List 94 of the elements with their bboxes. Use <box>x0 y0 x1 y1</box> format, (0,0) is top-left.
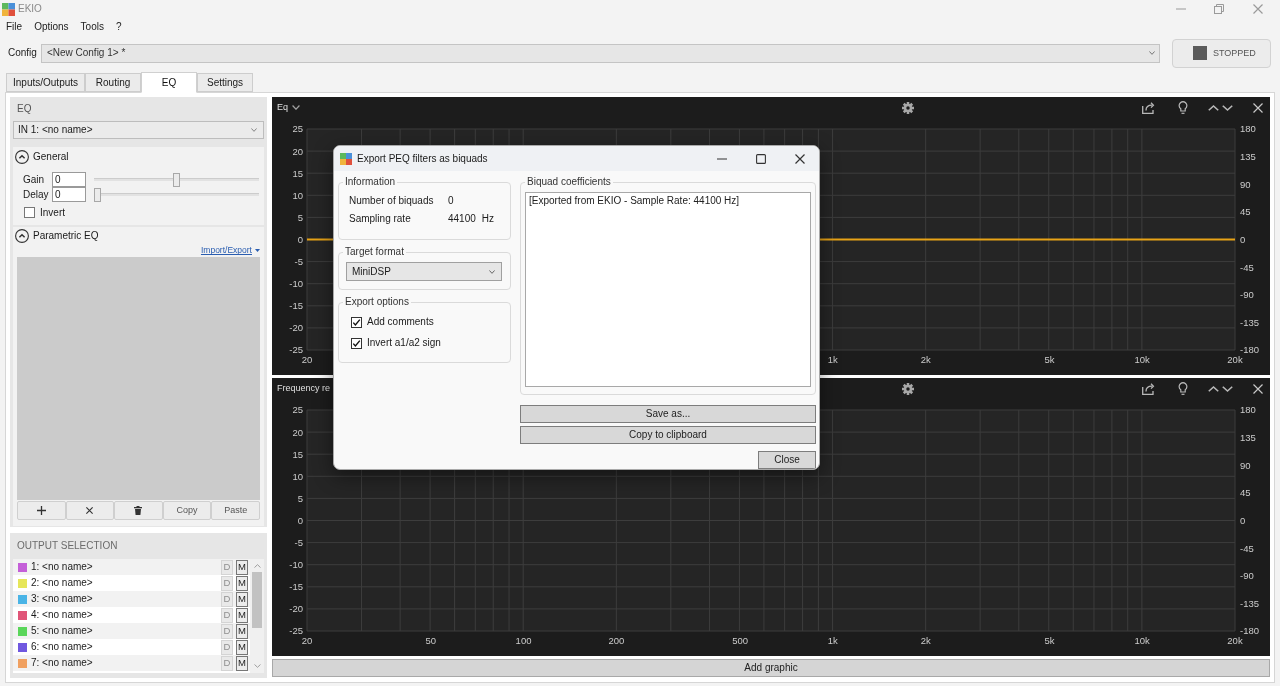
axis-tick-label: -180 <box>1240 344 1259 356</box>
app-logo-icon <box>2 2 15 16</box>
maximize-icon[interactable] <box>755 153 766 164</box>
action-button[interactable]: Copy <box>162 501 212 520</box>
close-icon[interactable] <box>794 153 805 164</box>
output-toggle-button[interactable]: M <box>236 639 248 655</box>
axis-tick-label: 45 <box>1240 206 1251 218</box>
group-title: Biquad coefficients <box>526 176 612 188</box>
tab[interactable]: Settings <box>197 73 254 92</box>
section-title: Parametric EQ <box>33 230 99 242</box>
stop-icon <box>1193 46 1207 60</box>
chevron-down-icon <box>292 105 300 110</box>
axis-tick-label: 20 <box>292 145 303 157</box>
graph-menu-button[interactable]: Eq <box>277 102 300 113</box>
menu-item[interactable]: ? <box>115 21 122 33</box>
tab[interactable]: EQ <box>141 72 198 93</box>
chevron-up-icon <box>253 564 261 568</box>
output-label: 1: <no name> <box>31 561 94 573</box>
channel-dropdown[interactable]: IN 1: <no name> <box>13 121 264 139</box>
window-title: EKIO <box>18 3 42 15</box>
axis-tick-label: 180 <box>1240 404 1256 416</box>
output-toggle-button[interactable]: M <box>236 655 248 671</box>
restore-icon[interactable] <box>1214 4 1224 14</box>
axis-tick-label: -45 <box>1240 542 1254 554</box>
panel-title: OUTPUT SELECTION <box>17 540 118 552</box>
circle-chevron-up-icon[interactable] <box>15 150 29 164</box>
axis-tick-label: 135 <box>1240 151 1256 162</box>
checkbox-label: Invert <box>40 206 65 219</box>
output-toggle-button[interactable]: M <box>236 591 248 607</box>
stopped-button[interactable]: STOPPED <box>1172 38 1271 68</box>
menu-item[interactable]: Tools <box>80 21 104 33</box>
axis-tick-label: 15 <box>292 167 303 179</box>
checkbox[interactable] <box>24 207 35 218</box>
plus-icon <box>36 506 46 515</box>
axis-tick-label: 90 <box>1240 459 1251 471</box>
axis-tick-label: -45 <box>1240 261 1254 273</box>
output-toggle-button[interactable]: M <box>236 575 248 591</box>
info-value: 0 <box>448 195 454 207</box>
share-icon[interactable] <box>1142 101 1155 114</box>
axis-tick-label: -180 <box>1240 625 1259 637</box>
cross-icon <box>86 507 94 514</box>
field-label: Gain <box>23 173 46 186</box>
output-label: 2: <no name> <box>31 577 94 589</box>
trash-icon <box>134 506 143 515</box>
gear-icon[interactable] <box>902 101 914 114</box>
axis-tick-label: 135 <box>1240 432 1256 443</box>
chevron-down-icon[interactable] <box>1222 104 1233 111</box>
lightbulb-icon[interactable] <box>1178 101 1188 114</box>
output-toggle-button[interactable]: M <box>236 559 248 575</box>
menu-item[interactable]: File <box>6 21 23 33</box>
chevron-down-icon <box>253 664 261 668</box>
app-logo-icon <box>340 152 352 165</box>
output-label: 4: <no name> <box>31 609 94 621</box>
section-title: General <box>33 151 69 163</box>
add-graphic-button[interactable]: Add graphic <box>272 659 1270 677</box>
info-label: Number of biquads <box>349 195 435 207</box>
output-label: 6: <no name> <box>31 641 94 653</box>
output-label: 5: <no name> <box>31 625 94 637</box>
output-label: 3: <no name> <box>31 593 94 605</box>
field-label: Delay <box>23 188 50 201</box>
chevron-down-icon <box>251 128 257 132</box>
panel-title: EQ <box>17 103 32 115</box>
import-export-link[interactable]: Import/Export <box>200 245 260 256</box>
circle-chevron-up-icon[interactable] <box>15 229 29 243</box>
minimize-icon[interactable] <box>716 157 727 160</box>
config-dropdown[interactable]: <New Config 1> * <box>40 43 1160 63</box>
chevron-down-icon <box>1149 51 1155 55</box>
config-label: Config <box>8 47 37 59</box>
slider-thumb[interactable] <box>173 172 180 187</box>
dialog-title: Export PEQ filters as biquads <box>357 152 488 165</box>
axis-tick-label: 90 <box>1240 178 1251 190</box>
output-toggle-button[interactable]: M <box>236 623 248 639</box>
gain-input[interactable]: 0 <box>52 172 86 187</box>
group-title: Information <box>344 176 397 188</box>
tab[interactable]: Inputs/Outputs <box>6 73 86 92</box>
menu-item[interactable]: Options <box>34 21 69 33</box>
tab[interactable]: Routing <box>85 73 142 92</box>
axis-tick-label: 45 <box>1240 487 1251 499</box>
axis-tick-label: -90 <box>1240 289 1254 301</box>
axis-tick-label: -90 <box>1240 570 1254 582</box>
output-toggle-button[interactable]: M <box>236 607 248 623</box>
action-button[interactable]: Paste <box>211 501 260 520</box>
delete-button[interactable] <box>114 501 163 520</box>
delay-input[interactable]: 0 <box>52 187 86 202</box>
chevron-up-icon[interactable] <box>1208 104 1219 111</box>
axis-tick-label: 10 <box>292 189 303 201</box>
axis-tick-label: 180 <box>1240 123 1256 135</box>
output-label: 7: <no name> <box>31 657 94 669</box>
caret-icon <box>255 249 260 252</box>
axis-tick-label: 25 <box>292 123 303 135</box>
axis-tick-label: -135 <box>1240 597 1259 609</box>
slider-thumb[interactable] <box>94 187 101 202</box>
axis-tick-label: -135 <box>1240 316 1259 328</box>
scrollbar-thumb[interactable] <box>252 572 262 628</box>
